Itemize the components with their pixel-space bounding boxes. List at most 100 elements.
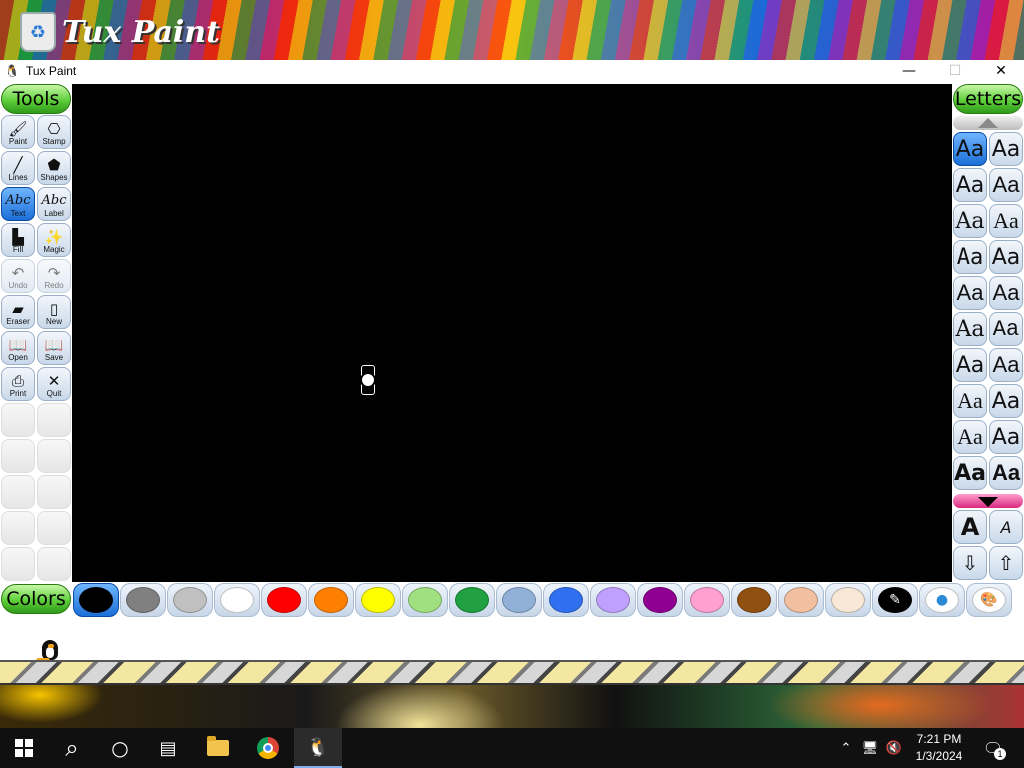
tool-new-button[interactable]: ▯ New	[37, 295, 71, 329]
tool-fill-button[interactable]: ▙ Fill	[1, 223, 35, 257]
color-swatch-2[interactable]	[120, 583, 166, 617]
minimize-button[interactable]: —	[886, 60, 932, 82]
font-option-3[interactable]: Aa	[953, 168, 987, 202]
tool-label: Quit	[46, 389, 62, 398]
font-option-5[interactable]: Aa	[953, 204, 987, 238]
color-picker-button[interactable]: ✎	[872, 583, 918, 617]
search-button[interactable]: ⌕	[48, 728, 96, 768]
color-swatch-11[interactable]	[543, 583, 589, 617]
empty-tool-slot	[1, 475, 35, 509]
tool-eraser-button[interactable]: ▰ Eraser	[1, 295, 35, 329]
font-option-8[interactable]: Aa	[989, 240, 1023, 274]
font-option-1[interactable]: Aa	[953, 132, 987, 166]
tool-save-button[interactable]: 📖 Save	[37, 331, 71, 365]
notification-center-button[interactable]: 🗨 1	[980, 736, 1006, 760]
tool-stamp-button[interactable]: ⎔ Stamp	[37, 115, 71, 149]
color-swatch-17[interactable]	[825, 583, 871, 617]
font-option-6[interactable]: Aa	[989, 204, 1023, 238]
network-icon[interactable]: 🖥	[858, 728, 882, 768]
color-swatch-4[interactable]	[214, 583, 260, 617]
tool-label: Stamp	[42, 137, 66, 146]
color-chip	[596, 587, 630, 613]
font-option-19[interactable]: Aa	[953, 456, 987, 490]
colors-header: Colors	[1, 584, 71, 614]
tool-magic-button[interactable]: ✨ Magic	[37, 223, 71, 257]
tool-shapes-button[interactable]: ⬟ Shapes	[37, 151, 71, 185]
tool-paint-button[interactable]: 🖌 Paint	[1, 115, 35, 149]
tool-label: Open	[8, 353, 28, 362]
tool-print-button[interactable]: ⎙ Print	[1, 367, 35, 401]
color-swatch-7[interactable]	[355, 583, 401, 617]
tux-paint-logo: ♻ Tux Paint	[20, 10, 220, 54]
font-option-13[interactable]: Aa	[953, 348, 987, 382]
color-swatch-8[interactable]	[402, 583, 448, 617]
smaller-text-button[interactable]: A	[989, 510, 1023, 544]
volume-muted-icon[interactable]: 🔇	[884, 728, 904, 768]
font-option-11[interactable]: Aa	[953, 312, 987, 346]
tool-label: Paint	[8, 137, 28, 146]
tool-redo-button[interactable]: ↷ Redo	[37, 259, 71, 293]
color-swatch-9[interactable]	[449, 583, 495, 617]
color-swatch-10[interactable]	[496, 583, 542, 617]
tool-undo-icon: ↶	[11, 264, 25, 282]
color-chip	[502, 587, 536, 613]
color-swatch-12[interactable]	[590, 583, 636, 617]
tool-lines-button[interactable]: ╱ Lines	[1, 151, 35, 185]
font-option-4[interactable]: Aa	[989, 168, 1023, 202]
font-option-7[interactable]: Aa	[953, 240, 987, 274]
task-view-button[interactable]: ▤	[144, 728, 192, 768]
font-option-18[interactable]: Aa	[989, 420, 1023, 454]
cortana-button[interactable]: ○	[96, 728, 144, 768]
color-swatch-1[interactable]	[73, 583, 119, 617]
tray-chevron-icon[interactable]: ⌃	[836, 728, 856, 768]
font-option-20[interactable]: Aa	[989, 456, 1023, 490]
color-swatch-6[interactable]	[308, 583, 354, 617]
status-area	[0, 620, 1024, 663]
font-option-16[interactable]: Aa	[989, 384, 1023, 418]
color-swatch-15[interactable]	[731, 583, 777, 617]
tool-undo-button[interactable]: ↶ Undo	[1, 259, 35, 293]
move-down-button[interactable]: ⇩	[953, 546, 987, 580]
file-explorer-button[interactable]	[194, 728, 242, 768]
chrome-button[interactable]	[244, 728, 292, 768]
color-swatch-14[interactable]	[684, 583, 730, 617]
font-option-10[interactable]: Aa	[989, 276, 1023, 310]
color-swatch-13[interactable]	[637, 583, 683, 617]
tux-paint-taskbar-button[interactable]: 🐧	[294, 728, 342, 768]
font-option-14[interactable]: Aa	[989, 348, 1023, 382]
move-up-button[interactable]: ⇧	[989, 546, 1023, 580]
clock[interactable]: 7:21 PM 1/3/2024	[906, 731, 972, 765]
color-picker-icon: ✎	[878, 587, 912, 613]
font-option-15[interactable]: Aa	[953, 384, 987, 418]
font-option-12[interactable]: Aa	[989, 312, 1023, 346]
tool-label: Shapes	[40, 173, 68, 182]
empty-tool-slot	[1, 547, 35, 581]
rainbow-color-icon: ●	[925, 587, 959, 613]
title-bar[interactable]: 🐧 Tux Paint — ☐ ✕	[0, 60, 1024, 82]
tool-label: Save	[44, 353, 64, 362]
start-button[interactable]	[0, 728, 48, 768]
color-chip	[643, 587, 677, 613]
font-option-2[interactable]: Aa	[989, 132, 1023, 166]
tool-open-button[interactable]: 📖 Open	[1, 331, 35, 365]
tool-text-button[interactable]: Abc Text	[1, 187, 35, 221]
tool-label-button[interactable]: Abc Label	[37, 187, 71, 221]
color-swatch-3[interactable]	[167, 583, 213, 617]
color-swatch-16[interactable]	[778, 583, 824, 617]
tools-header: Tools	[1, 84, 71, 114]
color-mixer-button[interactable]: 🎨	[966, 583, 1012, 617]
tool-quit-button[interactable]: ✕ Quit	[37, 367, 71, 401]
tool-open-icon: 📖	[8, 336, 28, 354]
close-button[interactable]: ✕	[978, 60, 1024, 82]
color-swatch-5[interactable]	[261, 583, 307, 617]
font-option-9[interactable]: Aa	[953, 276, 987, 310]
font-option-17[interactable]: Aa	[953, 420, 987, 454]
rainbow-color-button[interactable]: ●	[919, 583, 965, 617]
tool-stamp-icon: ⎔	[47, 120, 61, 138]
drawing-canvas[interactable]	[72, 84, 952, 582]
fonts-scroll-down-button[interactable]	[953, 494, 1023, 508]
tool-label: Lines	[8, 173, 28, 182]
fonts-scroll-up-button[interactable]	[953, 116, 1023, 130]
maximize-button[interactable]: ☐	[932, 60, 978, 82]
bigger-text-button[interactable]: A	[953, 510, 987, 544]
